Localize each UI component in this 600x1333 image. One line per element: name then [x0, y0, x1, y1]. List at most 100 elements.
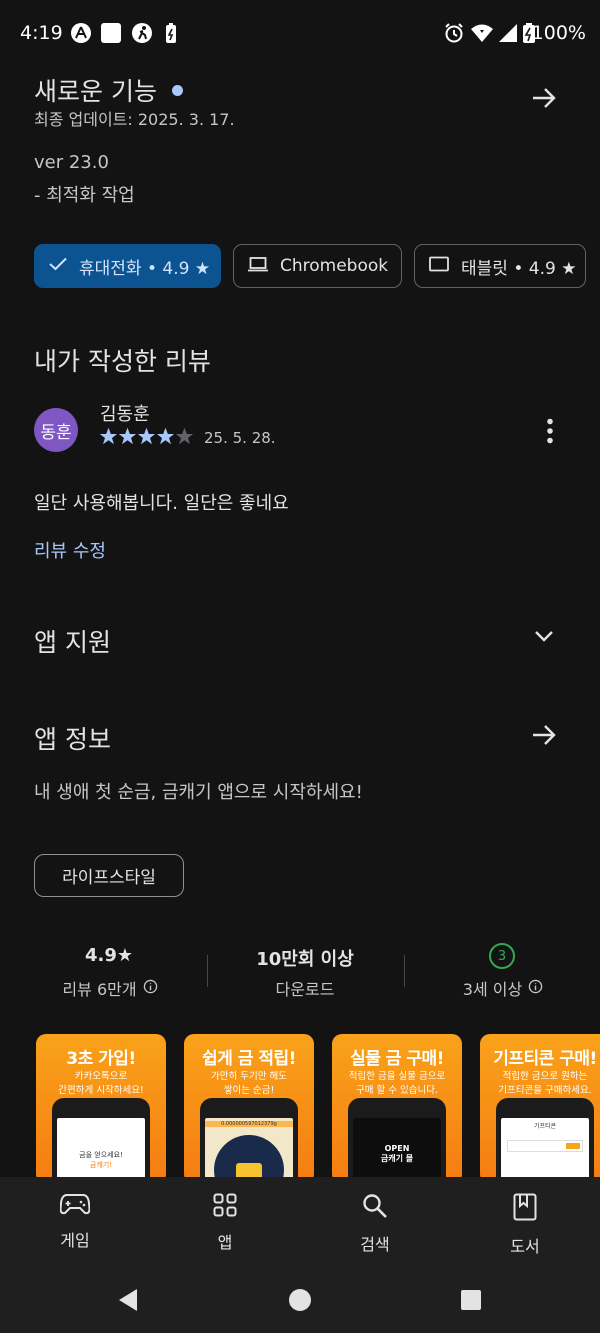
nav-apps[interactable]: 앱: [175, 1193, 275, 1253]
phone-screen: OPEN 금캐기 몰: [353, 1118, 441, 1184]
battery-percent: 100%: [531, 22, 586, 44]
version-text: ver 23.0: [34, 152, 109, 173]
star-filled-icon: [137, 427, 156, 445]
chip-chromebook[interactable]: Chromebook: [233, 244, 402, 288]
nav-books[interactable]: 도서: [475, 1193, 575, 1257]
app-support-title[interactable]: 앱 지원: [34, 623, 111, 659]
tablet-icon: [429, 256, 449, 277]
age-rating: 3세 이상: [443, 976, 563, 1000]
gamepad-icon: [60, 1194, 90, 1215]
whats-new-title: 새로운 기능: [34, 77, 157, 106]
status-bar: 4:19 100%: [0, 0, 600, 70]
info-icon[interactable]: [143, 979, 158, 998]
nav-games-label: 게임: [60, 1231, 90, 1250]
chip-chromebook-label: Chromebook: [280, 256, 389, 276]
nav-books-label: 도서: [510, 1237, 540, 1256]
stats-divider: [404, 955, 405, 987]
age-rating-label: 3세 이상: [462, 980, 523, 999]
screen-text: OPEN: [384, 1144, 410, 1153]
category-chip[interactable]: 라이프스타일: [34, 854, 184, 897]
screenshot-title: 쉽게 금 적립!: [202, 1049, 296, 1069]
cell-signal-icon: [497, 22, 521, 46]
square-notification-icon: [100, 22, 124, 46]
screenshot-caption: 간편하게 시작하세요!: [58, 1085, 144, 1096]
age-rating-badge: 3: [489, 943, 515, 969]
star-empty-icon: [175, 427, 194, 445]
stats-divider: [207, 955, 208, 987]
screenshot-2[interactable]: 쉽게 금 적립! 가만히 두기만 해도 쌓이는 순금! 0.0000005970…: [184, 1034, 314, 1184]
whats-new-header[interactable]: 새로운 기능: [34, 72, 184, 108]
screenshot-caption: 쌓이는 순금!: [223, 1085, 275, 1096]
phone-mockup: 기프티콘: [496, 1098, 594, 1184]
phone-screen: 0.000000597012379g: [205, 1118, 293, 1184]
screenshot-4[interactable]: 기프티콘 구매! 적립한 금으로 원하는 기프티콘을 구매하세요. 기프티콘: [480, 1034, 600, 1184]
nav-search[interactable]: 검색: [325, 1193, 425, 1255]
review-text: 일단 사용해봅니다. 일단은 좋네요: [34, 493, 289, 514]
nav-games[interactable]: 게임: [25, 1193, 125, 1251]
screenshot-1[interactable]: 3초 가입! 카카오톡으로 간편하게 시작하세요! 금을 얻으세요! 금캐기!: [36, 1034, 166, 1184]
screenshot-title: 3초 가입!: [66, 1049, 136, 1069]
phone-mockup: 0.000000597012379g: [200, 1098, 298, 1184]
screenshot-title: 실물 금 구매!: [350, 1049, 444, 1069]
phone-screen: 기프티콘: [501, 1118, 589, 1184]
book-icon: [513, 1193, 537, 1221]
edit-review-link[interactable]: 리뷰 수정: [34, 537, 106, 563]
new-dot-indicator: [172, 85, 184, 96]
home-button[interactable]: [288, 1288, 312, 1316]
nav-apps-label: 앱: [217, 1233, 233, 1252]
more-options-icon[interactable]: [540, 418, 560, 448]
review-count: 리뷰 6만개: [45, 976, 175, 1000]
app-info-title[interactable]: 앱 정보: [34, 720, 111, 756]
review-date: 25. 5. 28.: [204, 429, 276, 447]
star-filled-icon: [118, 427, 137, 445]
downloads-value: 10만회 이상: [256, 949, 354, 970]
arrow-right-icon[interactable]: [530, 84, 558, 116]
chip-tablet-label: 태블릿 • 4.9 ★: [461, 258, 577, 279]
phone-screen: 금을 얻으세요! 금캐기!: [57, 1118, 145, 1184]
recents-button[interactable]: [460, 1289, 482, 1315]
phone-mockup: OPEN 금캐기 몰: [348, 1098, 446, 1184]
screenshot-caption: 기프티콘을 구매하세요.: [498, 1085, 592, 1096]
wifi-icon: [470, 22, 494, 46]
screenshot-caption: 적립한 금으로 원하는: [502, 1071, 588, 1082]
rating-value: 4.9★: [84, 945, 134, 966]
review-stars: [99, 427, 194, 445]
chevron-down-icon[interactable]: [533, 628, 555, 648]
screenshot-title: 기프티콘 구매!: [493, 1049, 597, 1069]
screen-text: 기프티콘: [533, 1123, 557, 1130]
review-count-label: 리뷰 6만개: [62, 980, 137, 999]
star-filled-icon: [99, 427, 118, 445]
version-note: - 최적화 작업: [34, 185, 135, 206]
apps-grid-icon: [213, 1193, 237, 1217]
screen-text: 금캐기!: [89, 1161, 113, 1169]
back-button[interactable]: [117, 1288, 139, 1316]
star-filled-icon: [156, 427, 175, 445]
arrow-right-icon[interactable]: [530, 721, 558, 753]
chip-phone[interactable]: 휴대전화 • 4.9 ★: [34, 244, 221, 288]
screenshot-3[interactable]: 실물 금 구매! 적립한 금을 실물 금으로 구매 할 수 있습니다. OPEN…: [332, 1034, 462, 1184]
battery-saver-icon: [164, 22, 188, 46]
chip-tablet[interactable]: 태블릿 • 4.9 ★: [414, 244, 586, 288]
nav-search-label: 검색: [360, 1235, 390, 1254]
screenshot-caption: 가만히 두기만 해도: [211, 1071, 287, 1082]
status-time: 4:19: [20, 22, 63, 44]
screenshot-caption: 카카오톡으로: [74, 1071, 128, 1082]
last-updated: 최종 업데이트: 2025. 3. 17.: [34, 110, 235, 129]
chip-phone-label: 휴대전화 • 4.9 ★: [79, 258, 211, 279]
search-icon: [363, 1194, 387, 1218]
laptop-icon: [248, 256, 268, 277]
downloads-label: 다운로드: [275, 980, 335, 999]
screen-text: 금을 얻으세요!: [79, 1151, 123, 1159]
running-app-icon: [131, 22, 155, 46]
check-icon: [49, 256, 67, 276]
avatar: 동훈: [34, 408, 78, 452]
phone-mockup: 금을 얻으세요! 금캐기!: [52, 1098, 150, 1184]
app-description: 내 생애 첫 순금, 금캐기 앱으로 시작하세요!: [34, 782, 363, 803]
info-icon[interactable]: [528, 979, 543, 998]
screen-text: 0.000000597012379g: [205, 1121, 293, 1127]
screen-text: 금캐기 몰: [380, 1154, 414, 1163]
screenshot-caption: 구매 할 수 있습니다.: [356, 1085, 438, 1096]
search-box-graphic: [507, 1140, 583, 1152]
accessibility-icon: [70, 22, 94, 46]
screenshot-caption: 적립한 금을 실물 금으로: [348, 1071, 446, 1082]
